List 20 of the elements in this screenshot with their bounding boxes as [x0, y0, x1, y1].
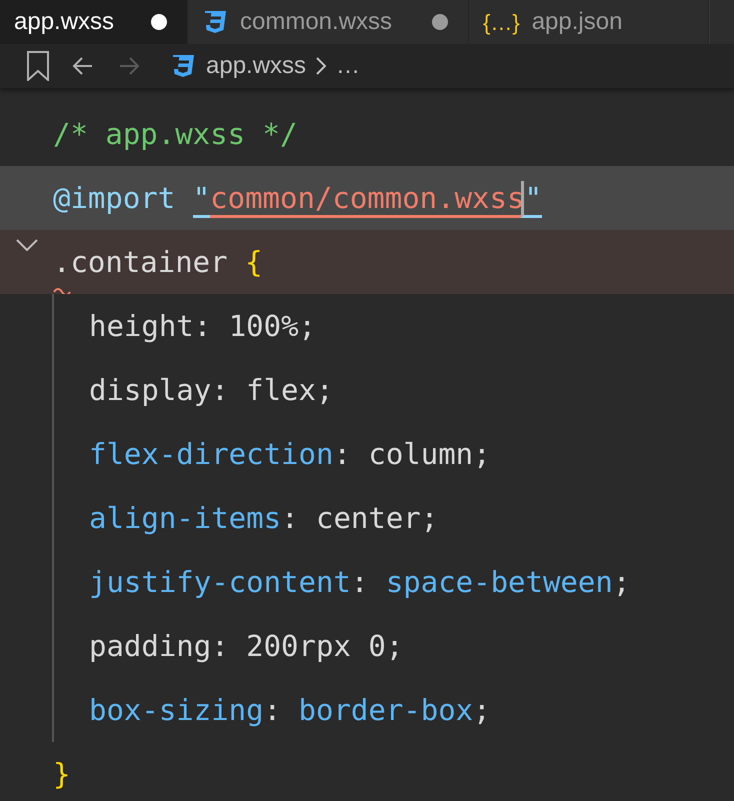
code-line: height: 100%;	[89, 308, 316, 345]
code-line: box-sizing: border-box;	[89, 692, 491, 729]
code-line: .container {	[53, 242, 263, 282]
code-line: justify-content: space-between;	[89, 564, 630, 601]
editor-tab[interactable]: app.wxss	[0, 0, 188, 44]
code-line: @import "common/common.wxss"	[53, 178, 542, 218]
breadcrumb-item[interactable]: app.wxss	[206, 48, 306, 84]
code-line: flex-direction: column;	[89, 436, 491, 473]
css-file-icon	[202, 10, 228, 34]
code-line: align-items: center;	[89, 500, 438, 537]
code-line: }	[53, 756, 70, 793]
code-line: display: flex;	[89, 372, 334, 409]
json-file-icon: {…}	[483, 6, 520, 38]
bookmark-icon[interactable]	[26, 51, 50, 81]
chevron-right-icon	[316, 57, 326, 75]
breadcrumb-item[interactable]: …	[336, 48, 360, 84]
css-file-icon	[170, 54, 196, 78]
code-line: padding: 200rpx 0;	[89, 628, 404, 665]
code-line: /* app.wxss */	[53, 116, 298, 153]
fold-chevron-icon[interactable]	[16, 239, 38, 251]
